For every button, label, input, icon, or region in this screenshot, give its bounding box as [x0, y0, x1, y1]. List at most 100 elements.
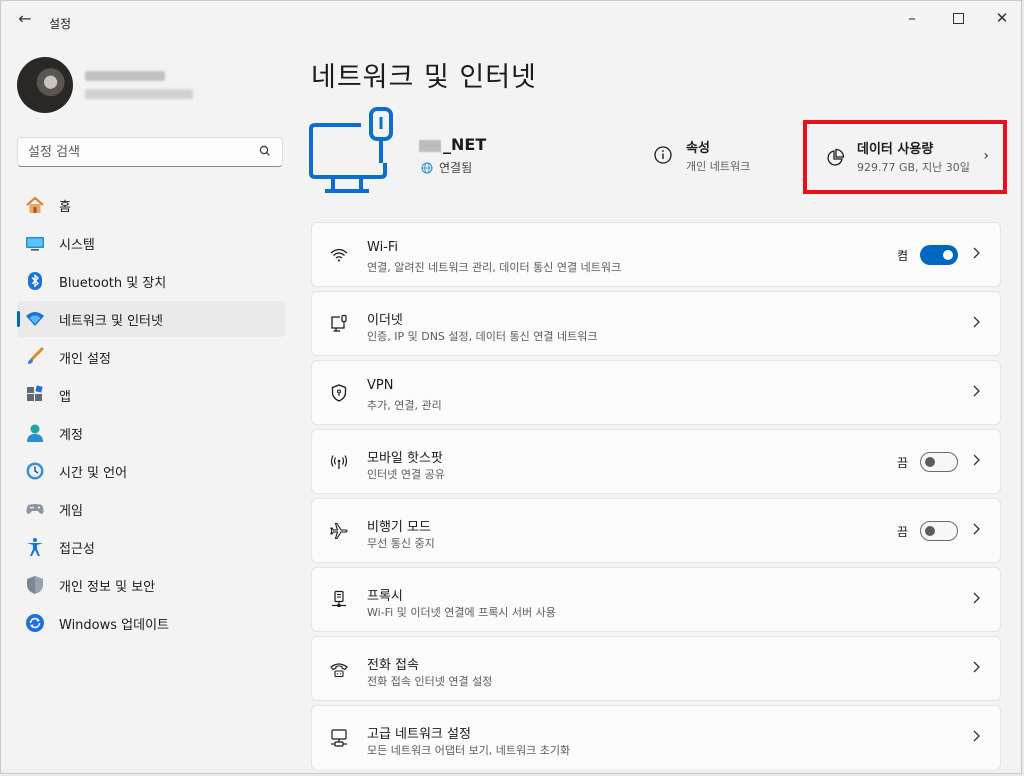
card-title: VPN: [367, 378, 394, 393]
card-airplane-mode[interactable]: 비행기 모드 무선 통신 중지 끔: [311, 498, 1001, 563]
card-vpn[interactable]: VPN 추가, 연결, 관리: [311, 360, 1001, 425]
windows-update-icon: [26, 614, 44, 632]
sidebar-item-label: 게임: [59, 504, 83, 519]
sidebar-item-label: 개인 정보 및 보안: [59, 580, 156, 595]
account-icon: [27, 424, 43, 442]
system-icon: [26, 237, 44, 251]
sidebar-item-bluetooth[interactable]: Bluetooth 및 장치: [17, 263, 285, 299]
card-wifi[interactable]: Wi-Fi 연결, 알려진 네트워크 관리, 데이터 통신 연결 네트워크 켬: [311, 222, 1001, 287]
card-advanced-network-settings[interactable]: 고급 네트워크 설정 모든 네트워크 어댑터 보기, 네트워크 초기화: [311, 705, 1001, 770]
title-bar: ← 설정 – ✕: [1, 1, 1021, 41]
card-mobile-hotspot[interactable]: 모바일 핫스팟 인터넷 연결 공유 끔: [311, 429, 1001, 494]
properties-subtitle: 개인 네트워크: [686, 160, 751, 173]
shield-icon: [27, 576, 43, 594]
wifi-icon: [330, 248, 348, 262]
card-title: 고급 네트워크 설정: [367, 727, 471, 742]
gaming-icon: [26, 504, 44, 514]
close-icon[interactable]: ✕: [979, 5, 1021, 33]
user-profile[interactable]: [17, 55, 287, 115]
proxy-icon: [332, 590, 346, 607]
data-usage-title: 데이터 사용량: [857, 142, 934, 157]
data-usage-button[interactable]: 데이터 사용량 929.77 GB, 지난 30일 ›: [803, 120, 1007, 194]
apps-icon: [27, 385, 43, 401]
sidebar-item-time-language[interactable]: 시간 및 언어: [17, 453, 285, 489]
back-arrow-icon[interactable]: ←: [13, 9, 37, 29]
sidebar-item-gaming[interactable]: 게임: [17, 491, 285, 527]
avatar: [17, 57, 73, 113]
search-box[interactable]: [17, 137, 283, 167]
airplane-mode-toggle[interactable]: [920, 521, 958, 541]
card-title: 비행기 모드: [367, 520, 431, 535]
home-icon: [26, 196, 44, 213]
brush-icon: [28, 347, 44, 364]
sidebar-item-network[interactable]: 네트워크 및 인터넷: [17, 301, 285, 337]
sidebar-item-home[interactable]: 홈: [17, 187, 285, 223]
window-title: 설정: [49, 17, 72, 31]
sidebar-nav: 홈 시스템 Bluetooth 및 장치 네트워크 및 인터넷 개인 설정 앱 …: [17, 187, 285, 643]
time-language-icon: [26, 462, 44, 480]
sidebar-item-apps[interactable]: 앱: [17, 377, 285, 413]
search-icon[interactable]: [258, 144, 272, 158]
hotspot-icon: [330, 455, 348, 469]
hotspot-toggle[interactable]: [920, 452, 958, 472]
info-icon: [654, 146, 672, 164]
network-status-text: 연결됨: [439, 161, 473, 175]
wifi-toggle[interactable]: [920, 245, 958, 265]
chevron-right-icon: [973, 247, 980, 259]
network-status: 연결됨: [421, 159, 472, 176]
toggle-state-label: 끔: [896, 456, 908, 470]
card-ethernet[interactable]: 이더넷 인증, IP 및 DNS 설정, 데이터 통신 연결 네트워크: [311, 291, 1001, 356]
sidebar-item-label: 시스템: [59, 238, 95, 253]
accessibility-icon: [27, 538, 43, 556]
chevron-right-icon: [973, 316, 980, 328]
card-title: 전화 접속: [367, 658, 419, 673]
card-subtitle: 무선 통신 중지: [367, 537, 435, 550]
network-name-redacted: [419, 139, 441, 152]
card-title: 이더넷: [367, 313, 403, 328]
search-input[interactable]: [28, 143, 248, 161]
card-subtitle: 인증, IP 및 DNS 설정, 데이터 통신 연결 네트워크: [367, 330, 598, 343]
sidebar-item-accessibility[interactable]: 접근성: [17, 529, 285, 565]
sidebar-item-windows-update[interactable]: Windows 업데이트: [17, 605, 285, 641]
sidebar-item-system[interactable]: 시스템: [17, 225, 285, 261]
dialup-icon: [330, 663, 348, 678]
network-properties-button[interactable]: 속성 개인 네트워크: [653, 133, 793, 179]
network-name: _NET: [419, 135, 486, 154]
sidebar-item-label: 개인 설정: [59, 352, 111, 367]
chevron-right-icon: [973, 661, 980, 673]
card-proxy[interactable]: 프록시 Wi-Fi 및 이더넷 연결에 프록시 서버 사용: [311, 567, 1001, 632]
network-name-text: _NET: [443, 135, 487, 154]
settings-card-list: Wi-Fi 연결, 알려진 네트워크 관리, 데이터 통신 연결 네트워크 켬 …: [311, 222, 1001, 773]
settings-window: ← 설정 – ✕ 홈: [0, 0, 1022, 774]
sidebar-item-label: 접근성: [59, 542, 95, 557]
ethernet-pc-icon: [309, 107, 393, 193]
card-subtitle: 모든 네트워크 어댑터 보기, 네트워크 초기화: [367, 744, 571, 757]
sidebar-item-label: Windows 업데이트: [59, 618, 170, 633]
network-icon: [26, 312, 44, 326]
sidebar-item-accounts[interactable]: 계정: [17, 415, 285, 451]
advanced-network-icon: [331, 729, 347, 747]
chevron-right-icon: [973, 454, 980, 466]
sidebar-item-label: 계정: [59, 428, 83, 443]
toggle-knob: [925, 526, 935, 536]
vpn-shield-icon: [331, 384, 347, 402]
card-dial-up[interactable]: 전화 접속 전화 접속 인터넷 연결 설정: [311, 636, 1001, 701]
card-subtitle: 전화 접속 인터넷 연결 설정: [367, 675, 493, 688]
ethernet-icon: [331, 314, 347, 332]
chevron-right-icon: [973, 592, 980, 604]
card-subtitle: Wi-Fi 및 이더넷 연결에 프록시 서버 사용: [367, 606, 556, 619]
chevron-right-icon: [973, 730, 980, 742]
toggle-knob: [925, 457, 935, 467]
toggle-state-label: 끔: [896, 525, 908, 539]
window-bottom-edge: [1, 769, 1021, 773]
sidebar-item-privacy[interactable]: 개인 정보 및 보안: [17, 567, 285, 603]
minimize-icon[interactable]: –: [889, 5, 935, 33]
properties-title: 속성: [686, 141, 710, 156]
chevron-right-icon: [973, 523, 980, 535]
card-title: 모바일 핫스팟: [367, 451, 443, 466]
airplane-icon: [330, 522, 348, 540]
chevron-right-icon: ›: [983, 148, 989, 164]
maximize-icon[interactable]: [935, 5, 981, 33]
chevron-right-icon: [973, 385, 980, 397]
sidebar-item-personalization[interactable]: 개인 설정: [17, 339, 285, 375]
